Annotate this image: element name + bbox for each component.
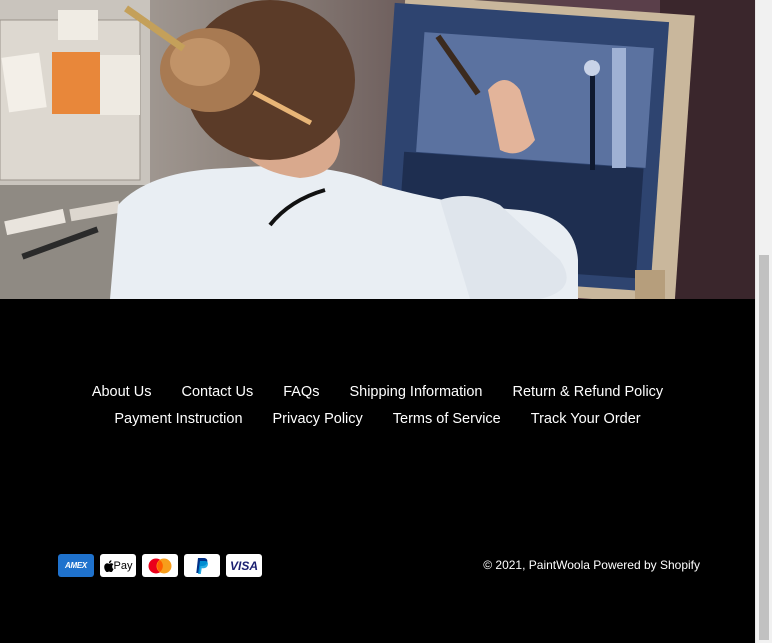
pinned-card xyxy=(52,52,100,114)
page-viewport: About Us Contact Us FAQs Shipping Inform… xyxy=(0,0,755,643)
scrollbar-thumb[interactable] xyxy=(759,255,769,640)
footer-link-privacy-policy[interactable]: Privacy Policy xyxy=(273,409,363,429)
footer-link-return-refund-policy[interactable]: Return & Refund Policy xyxy=(512,382,663,402)
apple-pay-icon: Pay xyxy=(100,554,136,577)
site-footer: About Us Contact Us FAQs Shipping Inform… xyxy=(0,299,755,643)
mastercard-icon xyxy=(142,554,178,577)
footer-nav-row-2: Payment Instruction Privacy Policy Terms… xyxy=(0,409,755,429)
mastercard-circles xyxy=(148,558,172,573)
pinned-card xyxy=(1,52,47,113)
copyright-text: © 2021, PaintWoola Powered by Shopify xyxy=(483,557,700,573)
painted-tower xyxy=(612,48,626,168)
footer-link-about-us[interactable]: About Us xyxy=(92,382,152,402)
painted-lamp-post xyxy=(590,60,595,170)
hero-illustration xyxy=(0,0,755,299)
copyright-prefix: © 2021, xyxy=(483,558,529,572)
pinned-card xyxy=(58,10,98,40)
hero-image xyxy=(0,0,755,299)
store-name-link[interactable]: PaintWoola xyxy=(529,558,590,572)
footer-nav-row-1: About Us Contact Us FAQs Shipping Inform… xyxy=(0,382,755,402)
footer-link-contact-us[interactable]: Contact Us xyxy=(181,382,253,402)
easel-leg xyxy=(635,270,665,299)
footer-link-faqs[interactable]: FAQs xyxy=(283,382,319,402)
apple-pay-label: Pay xyxy=(113,559,133,572)
visa-icon: VISA xyxy=(226,554,262,577)
pinned-card xyxy=(100,55,140,115)
apple-logo-icon xyxy=(103,559,114,572)
footer-link-shipping-information[interactable]: Shipping Information xyxy=(349,382,482,402)
payment-icons: AMEX Pay VISA xyxy=(58,554,262,577)
footer-link-payment-instruction[interactable]: Payment Instruction xyxy=(114,409,242,429)
vertical-scrollbar[interactable] xyxy=(755,0,772,643)
paypal-logo xyxy=(196,557,208,574)
powered-by-shopify-link[interactable]: Powered by Shopify xyxy=(593,558,700,572)
footer-link-track-your-order[interactable]: Track Your Order xyxy=(531,409,641,429)
paypal-icon xyxy=(184,554,220,577)
painted-lamp xyxy=(584,60,600,76)
footer-link-terms-of-service[interactable]: Terms of Service xyxy=(393,409,501,429)
amex-icon: AMEX xyxy=(58,554,94,577)
